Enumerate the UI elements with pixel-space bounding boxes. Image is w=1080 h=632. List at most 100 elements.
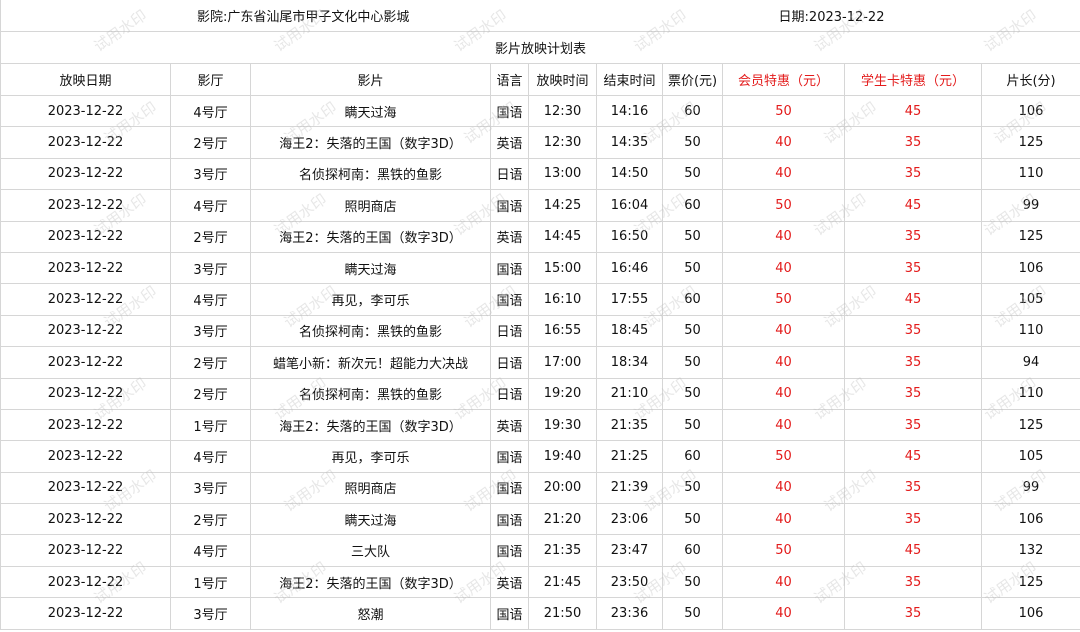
schedule-sheet: 影院:广东省汕尾市甲子文化中心影城 日期:2023-12-22 影片放映计划表 … — [0, 0, 1080, 632]
table-row: 2023-12-22 3号厅 瞒天过海 国语 15:00 16:46 50 40 35 106 — [0, 251, 1080, 285]
cell-duration: 106 — [981, 94, 1080, 128]
cell-student-price: 35 — [844, 126, 983, 159]
cell-film: 再见，李可乐 — [250, 440, 491, 473]
cell-duration: 125 — [981, 126, 1080, 159]
cell-date: 2023-12-22 — [0, 157, 171, 191]
cell-student-price: 35 — [844, 597, 983, 630]
cell-price: 60 — [662, 94, 724, 128]
cell-price: 60 — [662, 534, 724, 567]
cell-duration: 125 — [981, 220, 1080, 253]
col-header-duration: 片长(分) — [981, 63, 1080, 96]
cell-film: 海王2：失落的王国（数字3D） — [250, 408, 491, 442]
cell-end: 18:45 — [595, 314, 664, 348]
schedule-date: 日期:2023-12-22 — [662, 0, 1080, 32]
table-row: 2023-12-22 2号厅 海王2：失落的王国（数字3D） 英语 12:30 14:35… — [0, 126, 1080, 159]
cell-start: 21:20 — [528, 503, 597, 536]
cell-hall: 3号厅 — [170, 597, 251, 630]
cell-student-price: 35 — [844, 471, 983, 505]
cell-date: 2023-12-22 — [0, 283, 171, 316]
table-row: 2023-12-22 3号厅 名侦探柯南：黑铁的鱼影 日语 16:55 18:45 50 40… — [0, 314, 1080, 348]
table-row: 2023-12-22 1号厅 海王2：失落的王国（数字3D） 英语 21:45 23:50… — [0, 565, 1080, 599]
cell-member-price: 40 — [722, 408, 846, 442]
cell-student-price: 45 — [844, 94, 983, 128]
cell-duration: 125 — [981, 408, 1080, 442]
cell-date: 2023-12-22 — [0, 314, 171, 348]
cell-language: 国语 — [490, 251, 529, 285]
cell-language: 日语 — [490, 377, 529, 410]
cell-member-price: 50 — [722, 189, 846, 222]
cell-start: 12:30 — [528, 126, 597, 159]
cell-member-price: 40 — [722, 565, 846, 599]
cell-end: 23:36 — [595, 597, 664, 630]
cell-film: 照明商店 — [250, 189, 491, 222]
cell-duration: 125 — [981, 565, 1080, 599]
table-row: 2023-12-22 2号厅 瞒天过海 国语 21:20 23:06 50 40 35 106 — [0, 503, 1080, 536]
cell-date: 2023-12-22 — [0, 471, 171, 505]
cell-member-price: 40 — [722, 157, 846, 191]
cell-start: 15:00 — [528, 251, 597, 285]
cell-hall: 4号厅 — [170, 440, 251, 473]
cell-date: 2023-12-22 — [0, 189, 171, 222]
cell-duration: 110 — [981, 377, 1080, 410]
cell-hall: 3号厅 — [170, 157, 251, 191]
cell-end: 23:06 — [595, 503, 664, 536]
cell-end: 21:25 — [595, 440, 664, 473]
cell-student-price: 35 — [844, 314, 983, 348]
table-row: 2023-12-22 2号厅 蜡笔小新：新次元！超能力大决战 日语 17:00 18:34… — [0, 346, 1080, 379]
cell-hall: 2号厅 — [170, 346, 251, 379]
cell-film: 瞒天过海 — [250, 94, 491, 128]
cell-price: 60 — [662, 440, 724, 473]
cell-film: 瞒天过海 — [250, 503, 491, 536]
cell-date: 2023-12-22 — [0, 440, 171, 473]
cell-film: 名侦探柯南：黑铁的鱼影 — [250, 314, 491, 348]
table-row: 2023-12-22 4号厅 再见，李可乐 国语 19:40 21:25 60 50 45 105 — [0, 440, 1080, 473]
cell-member-price: 40 — [722, 597, 846, 630]
cell-member-price: 40 — [722, 251, 846, 285]
cell-film: 海王2：失落的王国（数字3D） — [250, 126, 491, 159]
cell-start: 21:35 — [528, 534, 597, 567]
cell-member-price: 50 — [722, 534, 846, 567]
col-header-student-price: 学生卡特惠（元） — [844, 63, 983, 96]
cell-date: 2023-12-22 — [0, 408, 171, 442]
cell-duration: 105 — [981, 283, 1080, 316]
cell-duration: 106 — [981, 597, 1080, 630]
table-row: 2023-12-22 2号厅 海王2：失落的王国（数字3D） 英语 14:45 16:50… — [0, 220, 1080, 253]
cell-duration: 99 — [981, 189, 1080, 222]
cell-hall: 3号厅 — [170, 251, 251, 285]
cell-price: 50 — [662, 126, 724, 159]
cell-language: 英语 — [490, 408, 529, 442]
cell-date: 2023-12-22 — [0, 94, 171, 128]
cell-student-price: 35 — [844, 220, 983, 253]
cell-duration: 132 — [981, 534, 1080, 567]
cell-language: 英语 — [490, 126, 529, 159]
cell-start: 19:20 — [528, 377, 597, 410]
cell-student-price: 35 — [844, 346, 983, 379]
cell-end: 21:35 — [595, 408, 664, 442]
cell-price: 60 — [662, 283, 724, 316]
cell-language: 英语 — [490, 220, 529, 253]
cell-film: 蜡笔小新：新次元！超能力大决战 — [250, 346, 491, 379]
cell-student-price: 45 — [844, 440, 983, 473]
cell-end: 18:34 — [595, 346, 664, 379]
cell-start: 14:25 — [528, 189, 597, 222]
cell-start: 17:00 — [528, 346, 597, 379]
cell-hall: 4号厅 — [170, 283, 251, 316]
cell-member-price: 40 — [722, 314, 846, 348]
col-header-member-price: 会员特惠（元） — [722, 63, 846, 96]
cell-film: 海王2：失落的王国（数字3D） — [250, 220, 491, 253]
cell-film: 照明商店 — [250, 471, 491, 505]
cell-price: 50 — [662, 220, 724, 253]
cell-hall: 1号厅 — [170, 408, 251, 442]
cell-start: 13:00 — [528, 157, 597, 191]
cell-member-price: 50 — [722, 94, 846, 128]
cell-price: 50 — [662, 471, 724, 505]
cell-student-price: 35 — [844, 503, 983, 536]
cell-end: 14:50 — [595, 157, 664, 191]
cell-end: 16:04 — [595, 189, 664, 222]
schedule-table: 影院:广东省汕尾市甲子文化中心影城 日期:2023-12-22 影片放映计划表 … — [0, 0, 1080, 630]
cell-member-price: 40 — [722, 126, 846, 159]
cell-hall: 4号厅 — [170, 534, 251, 567]
cell-start: 21:45 — [528, 565, 597, 599]
table-row: 2023-12-22 4号厅 瞒天过海 国语 12:30 14:16 60 50 45 106 — [0, 94, 1080, 128]
cell-language: 国语 — [490, 440, 529, 473]
